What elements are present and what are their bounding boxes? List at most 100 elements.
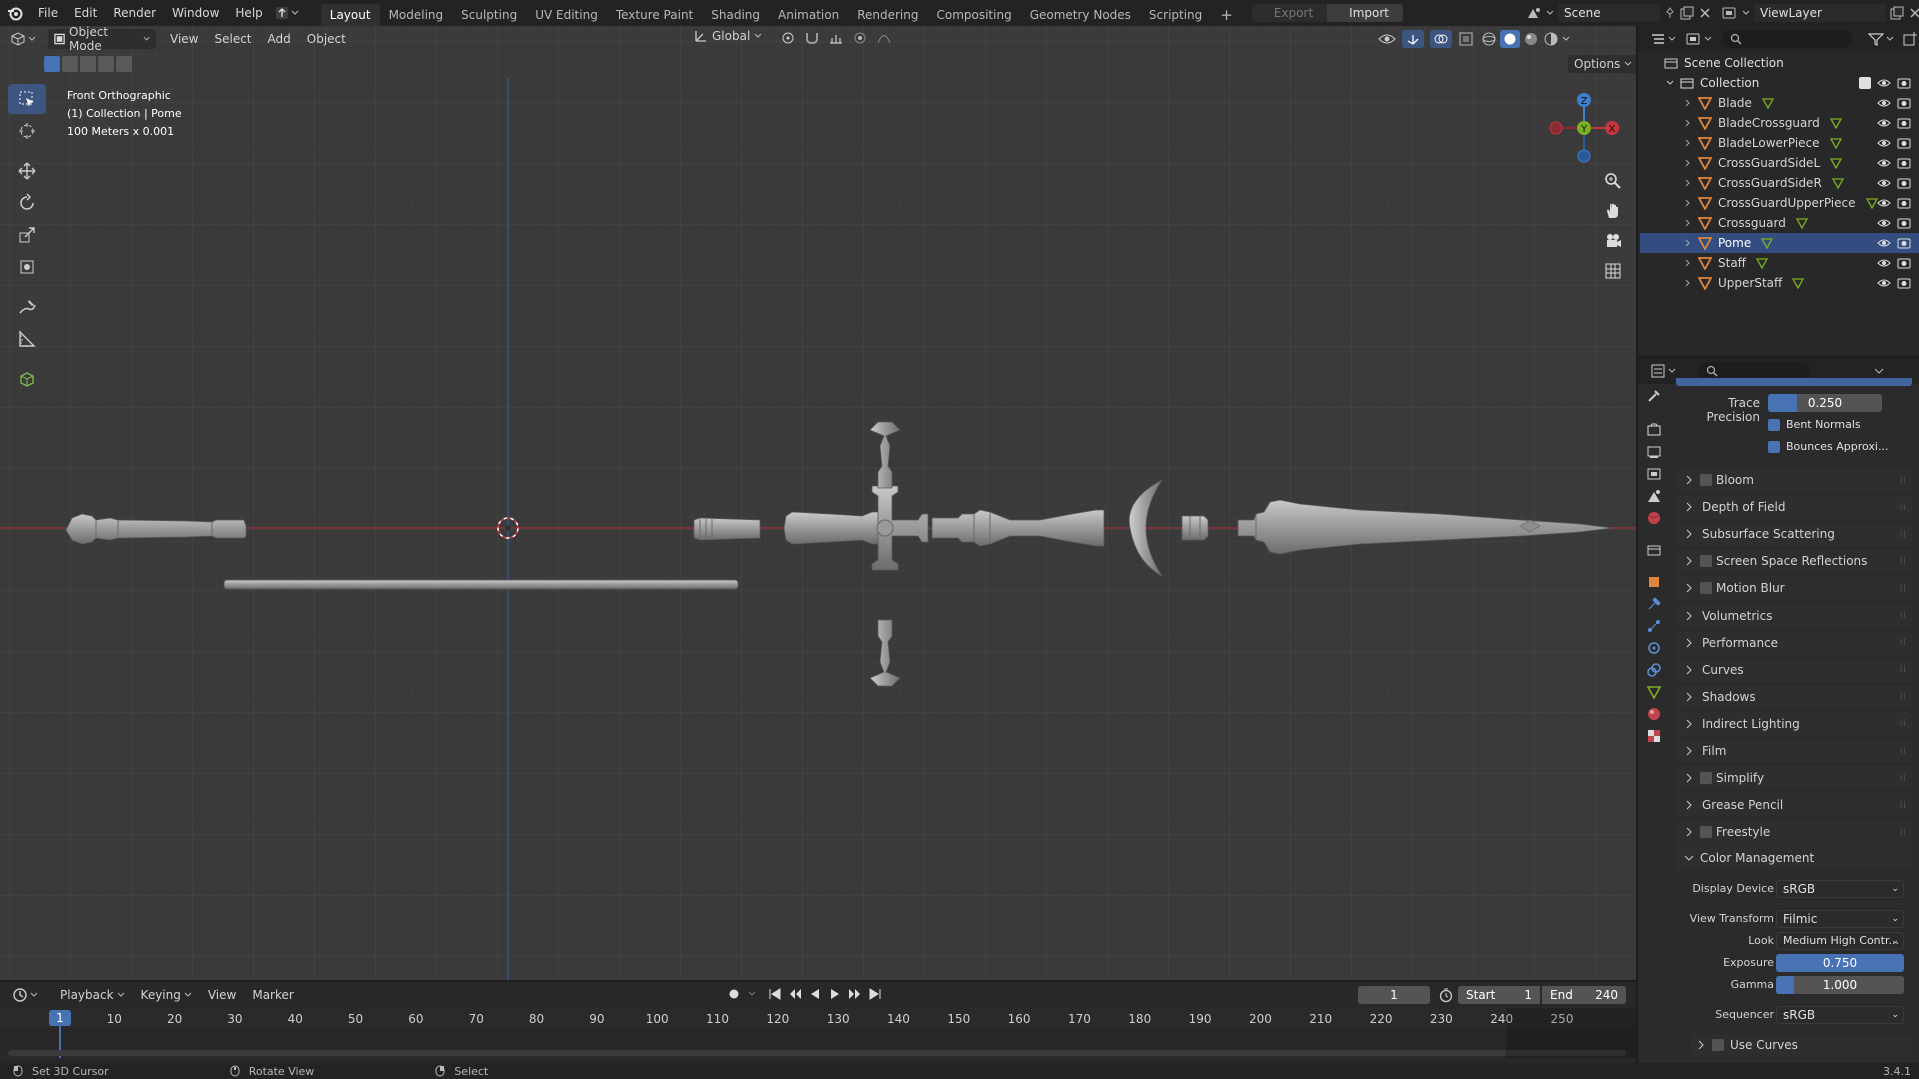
look-select[interactable]: Medium High Contr... ⌄ (1776, 932, 1904, 950)
clipped-factor-field[interactable] (1676, 378, 1912, 386)
playhead-frame-label[interactable]: 1 (49, 1010, 71, 1026)
mesh-data-icon[interactable] (1829, 137, 1842, 149)
eye-icon[interactable] (1877, 196, 1891, 210)
editor-type-dropdown[interactable] (6, 28, 40, 50)
camera-render-icon[interactable] (1897, 216, 1911, 230)
snap-target-icon[interactable] (828, 30, 844, 46)
drag-handle-icon[interactable]: ⁞⁞ (1900, 664, 1906, 675)
bounces-approx-checkbox[interactable]: Bounces Approxi... (1768, 440, 1888, 453)
eye-icon[interactable] (1877, 256, 1891, 270)
modifiers-tab-icon[interactable] (1646, 596, 1662, 612)
tab-texture-paint[interactable]: Texture Paint (607, 4, 702, 26)
drag-handle-icon[interactable]: ⁞⁞ (1900, 800, 1906, 811)
constraints-tab-icon[interactable] (1646, 662, 1662, 678)
import-button[interactable]: Import (1327, 4, 1403, 22)
material-tab-icon[interactable] (1646, 706, 1662, 722)
pivot-point-icon[interactable] (780, 30, 796, 46)
view-transform-select[interactable]: Filmic ⌄ (1776, 910, 1904, 928)
display-device-select[interactable]: sRGB ⌄ (1776, 880, 1904, 898)
output-tab-icon[interactable] (1646, 444, 1662, 460)
tool-select-box[interactable] (8, 84, 46, 114)
tool-add-cube[interactable] (8, 364, 46, 394)
prev-keyframe-icon[interactable] (788, 987, 802, 1001)
tab-uv-editing[interactable]: UV Editing (526, 4, 607, 26)
mesh-data-icon[interactable] (1865, 197, 1878, 209)
gamma-field[interactable]: 1.000 (1776, 976, 1904, 994)
expand-right-icon[interactable] (1684, 159, 1692, 167)
filter-dropdown[interactable] (1868, 32, 1894, 46)
camera-render-icon[interactable] (1897, 276, 1911, 290)
tab-compositing[interactable]: Compositing (927, 4, 1020, 26)
outliner-collection[interactable]: Collection (1640, 73, 1919, 93)
next-keyframe-icon[interactable] (848, 987, 862, 1001)
panel-subsurface-scattering[interactable]: Subsurface Scattering ⁞⁞ (1676, 522, 1912, 547)
panel-shadows[interactable]: Shadows ⁞⁞ (1676, 684, 1912, 709)
falloff-curve-icon[interactable] (876, 30, 892, 46)
timeline-scrollbar[interactable] (8, 1050, 1626, 1056)
mesh-data-icon[interactable] (1761, 237, 1774, 249)
outliner-object-row[interactable]: UpperStaff (1640, 273, 1919, 293)
camera-render-icon[interactable] (1897, 136, 1911, 150)
jump-end-icon[interactable] (868, 987, 882, 1001)
gizmo-toggle-button[interactable] (1402, 30, 1424, 48)
eye-icon[interactable] (1877, 236, 1891, 250)
eye-icon[interactable] (1877, 136, 1891, 150)
drag-handle-icon[interactable]: ⁞⁞ (1900, 691, 1906, 702)
outliner-object-row[interactable]: BladeLowerPiece (1640, 133, 1919, 153)
transform-orientation-dropdown[interactable]: Global (694, 29, 762, 43)
eye-icon[interactable] (1877, 216, 1891, 230)
drag-handle-icon[interactable]: ⁞⁞ (1900, 827, 1906, 838)
view-layer-tab-icon[interactable] (1646, 466, 1662, 482)
object-tab-icon[interactable] (1646, 574, 1662, 590)
properties-editor-type[interactable] (1650, 364, 1676, 378)
add-workspace-button[interactable]: + (1211, 4, 1242, 26)
menu-timeline-view[interactable]: View (200, 988, 244, 1002)
panel-simplify[interactable]: Simplify ⁞⁞ (1676, 766, 1912, 791)
expand-right-icon[interactable] (1684, 219, 1692, 227)
expand-right-icon[interactable] (1684, 179, 1692, 187)
panel-screen-space-reflections[interactable]: Screen Space Reflections ⁞⁞ (1676, 549, 1912, 574)
menu-object[interactable]: Object (299, 32, 354, 46)
mesh-data-icon[interactable] (1830, 157, 1843, 169)
eye-icon[interactable] (1877, 116, 1891, 130)
camera-render-icon[interactable] (1897, 96, 1911, 110)
outliner-object-row[interactable]: Pome (1640, 233, 1919, 253)
chevron-down-icon[interactable] (1874, 366, 1884, 376)
proportional-edit-icon[interactable] (852, 30, 868, 46)
eye-icon[interactable] (1877, 176, 1891, 190)
sequencer-select[interactable]: sRGB ⌄ (1776, 1006, 1904, 1024)
panel-volumetrics[interactable]: Volumetrics ⁞⁞ (1676, 603, 1912, 628)
panel-film[interactable]: Film ⁞⁞ (1676, 739, 1912, 763)
scene-tab-icon[interactable] (1646, 488, 1662, 504)
render-tab-icon[interactable] (1646, 422, 1662, 438)
panel-grease-pencil[interactable]: Grease Pencil ⁞⁞ (1676, 793, 1912, 818)
tool-cursor[interactable] (8, 116, 46, 146)
tool-measure[interactable] (8, 324, 46, 354)
checkbox-unchecked-icon[interactable] (1712, 1039, 1724, 1051)
menu-file[interactable]: File (30, 0, 66, 26)
visibility-filter-icon[interactable] (1378, 31, 1396, 47)
outliner-editor-type[interactable] (1650, 32, 1676, 46)
checkbox-unchecked-icon[interactable] (1700, 772, 1712, 785)
snap-toggle-icon[interactable] (804, 30, 820, 46)
tool-transform[interactable] (8, 252, 46, 282)
world-tab-icon[interactable] (1646, 510, 1662, 526)
expand-right-icon[interactable] (1684, 279, 1692, 287)
texture-tab-icon[interactable] (1646, 728, 1662, 744)
exposure-field[interactable]: 0.750 (1776, 954, 1904, 972)
eye-icon[interactable] (1877, 96, 1891, 110)
panel-bloom[interactable]: Bloom ⁞⁞ (1676, 468, 1912, 492)
menu-playback[interactable]: Playback (52, 988, 133, 1002)
timeline-editor-type[interactable] (12, 987, 38, 1003)
mesh-data-icon[interactable] (1755, 257, 1768, 269)
ortho-toggle-button[interactable] (1600, 258, 1626, 284)
panel-depth-of-field[interactable]: Depth of Field ⁞⁞ (1676, 495, 1912, 520)
data-tab-icon[interactable] (1646, 684, 1662, 700)
expand-right-icon[interactable] (1684, 239, 1692, 247)
camera-render-icon[interactable] (1897, 256, 1911, 270)
drag-handle-icon[interactable]: ⁞⁞ (1900, 610, 1906, 621)
sync-dropdown[interactable] (275, 4, 309, 22)
camera-view-button[interactable] (1600, 228, 1626, 254)
drag-handle-icon[interactable]: ⁞⁞ (1900, 773, 1906, 784)
zoom-button[interactable] (1600, 168, 1626, 194)
